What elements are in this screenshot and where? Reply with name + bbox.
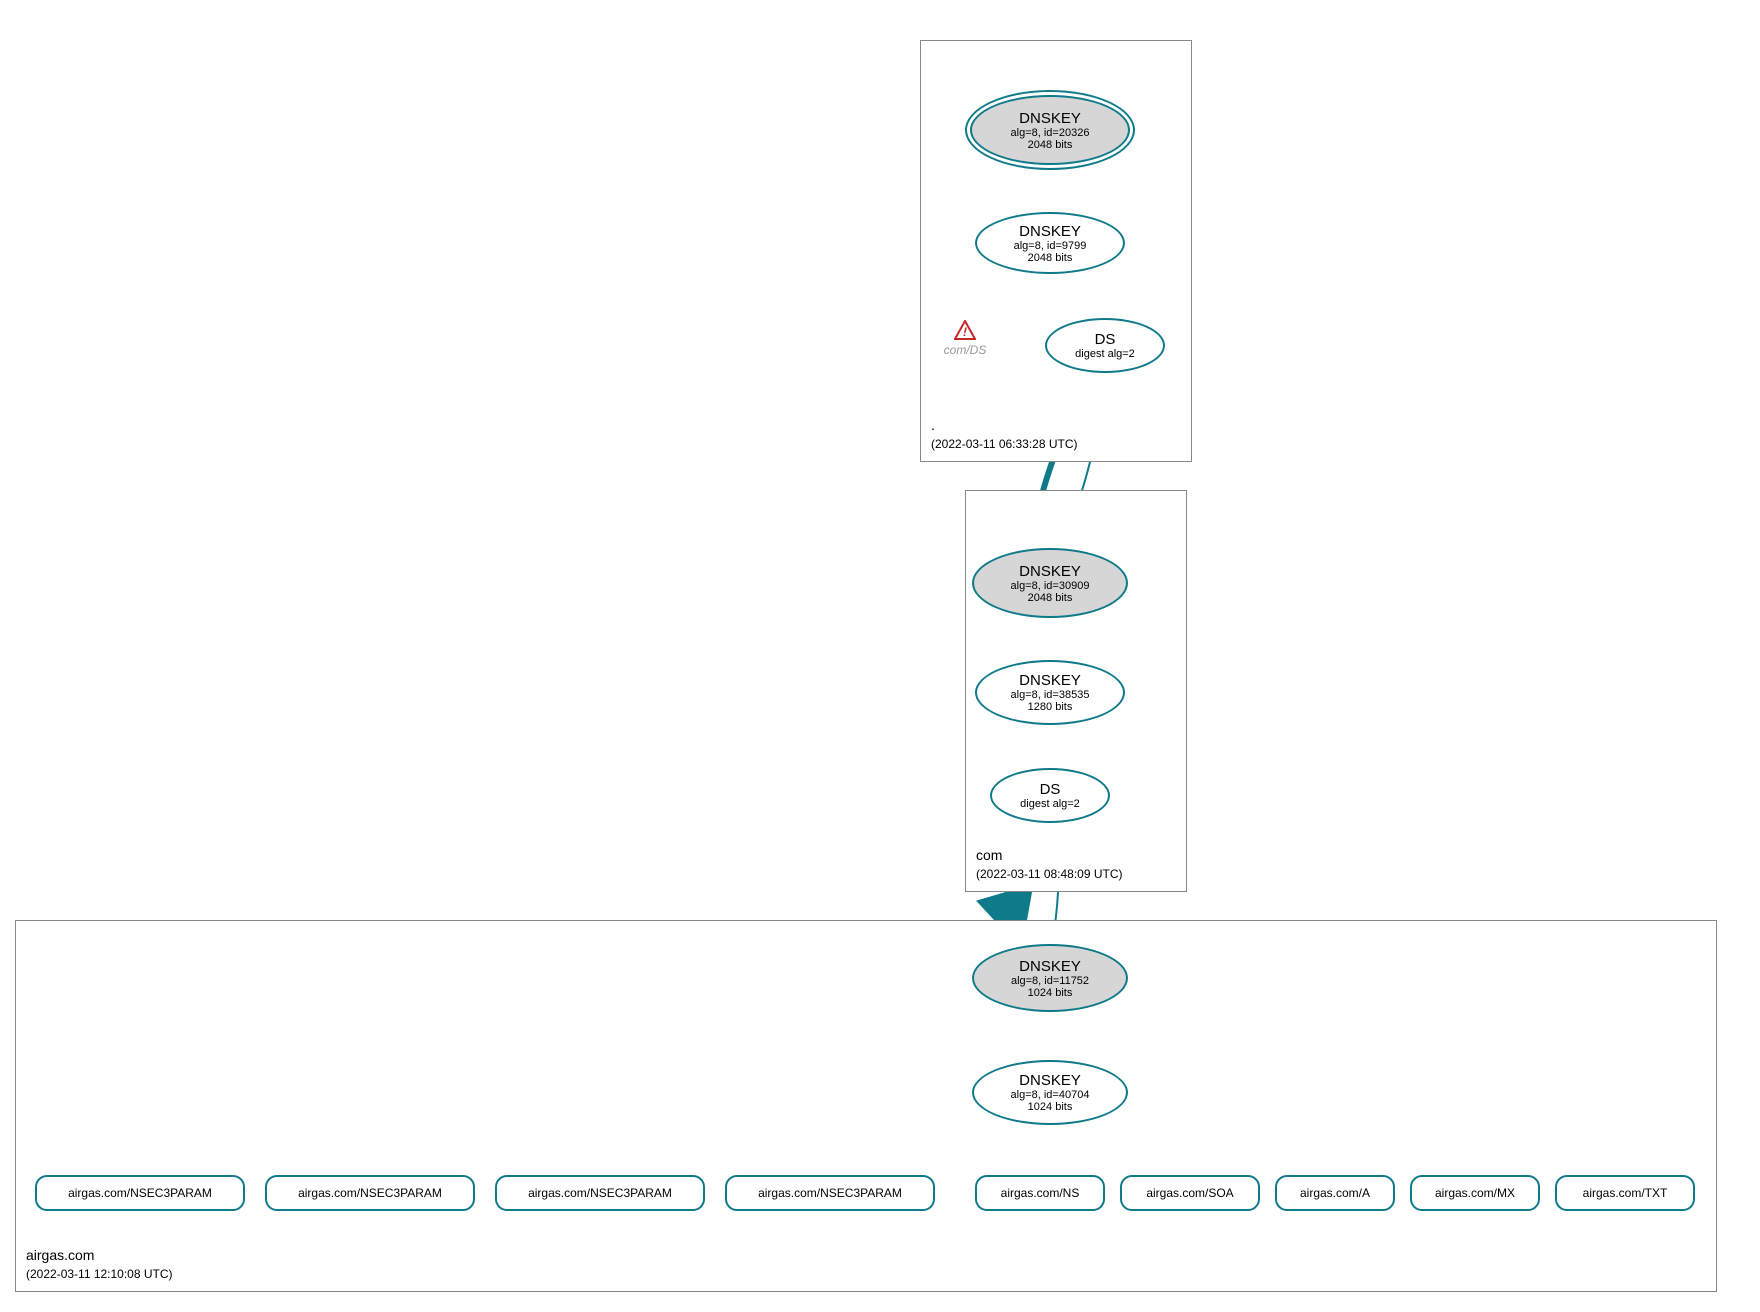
node-sub2: 1280 bits [1028, 701, 1073, 713]
node-title: DNSKEY [1019, 958, 1081, 975]
rr-mx[interactable]: airgas.com/MX [1410, 1175, 1540, 1211]
rr-ns[interactable]: airgas.com/NS [975, 1175, 1105, 1211]
node-sub1: alg=8, id=30909 [1011, 580, 1090, 592]
node-com-ds[interactable]: DS digest alg=2 [990, 768, 1110, 823]
zone-airgas: airgas.com (2022-03-11 12:10:08 UTC) [15, 920, 1717, 1292]
rr-nsec3param-3[interactable]: airgas.com/NSEC3PARAM [725, 1175, 935, 1211]
zone-com-label: com [976, 847, 1002, 863]
rr-soa[interactable]: airgas.com/SOA [1120, 1175, 1260, 1211]
node-sub1: alg=8, id=40704 [1011, 1089, 1090, 1101]
node-root-ds[interactable]: DS digest alg=2 [1045, 318, 1165, 373]
node-sub1: digest alg=2 [1075, 348, 1135, 360]
node-sub2: 2048 bits [1028, 592, 1073, 604]
node-sub1: alg=8, id=38535 [1011, 689, 1090, 701]
rr-label: airgas.com/NSEC3PARAM [68, 1186, 212, 1200]
node-sub1: digest alg=2 [1020, 798, 1080, 810]
zone-root-date: (2022-03-11 06:33:28 UTC) [931, 437, 1078, 451]
node-sub1: alg=8, id=20326 [1011, 127, 1090, 139]
svg-text:!: ! [963, 325, 967, 339]
rr-nsec3param-1[interactable]: airgas.com/NSEC3PARAM [265, 1175, 475, 1211]
node-sub2: 2048 bits [1028, 252, 1073, 264]
rr-label: airgas.com/MX [1435, 1186, 1515, 1200]
node-title: DS [1040, 781, 1061, 798]
node-com-zsk[interactable]: DNSKEY alg=8, id=38535 1280 bits [975, 660, 1125, 725]
node-sub2: 1024 bits [1028, 1101, 1073, 1113]
warning-label: com/DS [944, 343, 987, 357]
node-sub2: 2048 bits [1028, 139, 1073, 151]
rr-label: airgas.com/NSEC3PARAM [528, 1186, 672, 1200]
rr-label: airgas.com/TXT [1583, 1186, 1668, 1200]
rr-label: airgas.com/SOA [1146, 1186, 1233, 1200]
node-sub1: alg=8, id=11752 [1011, 975, 1089, 987]
zone-root-label: . [931, 417, 935, 433]
node-title: DNSKEY [1019, 223, 1081, 240]
warning-icon: ! [954, 320, 976, 340]
node-com-ksk[interactable]: DNSKEY alg=8, id=30909 2048 bits [972, 548, 1128, 618]
node-title: DNSKEY [1019, 563, 1081, 580]
rr-label: airgas.com/NSEC3PARAM [298, 1186, 442, 1200]
node-root-zsk[interactable]: DNSKEY alg=8, id=9799 2048 bits [975, 212, 1125, 274]
rr-txt[interactable]: airgas.com/TXT [1555, 1175, 1695, 1211]
rr-a[interactable]: airgas.com/A [1275, 1175, 1395, 1211]
zone-com-date: (2022-03-11 08:48:09 UTC) [976, 867, 1123, 881]
node-title: DNSKEY [1019, 672, 1081, 689]
node-sub2: 1024 bits [1028, 987, 1073, 999]
node-title: DNSKEY [1019, 110, 1081, 127]
rr-label: airgas.com/A [1300, 1186, 1370, 1200]
zone-airgas-date: (2022-03-11 12:10:08 UTC) [26, 1267, 173, 1281]
zone-airgas-label: airgas.com [26, 1247, 94, 1263]
node-title: DS [1095, 331, 1116, 348]
node-title: DNSKEY [1019, 1072, 1081, 1089]
rr-label: airgas.com/NSEC3PARAM [758, 1186, 902, 1200]
node-sub1: alg=8, id=9799 [1014, 240, 1087, 252]
rr-nsec3param-2[interactable]: airgas.com/NSEC3PARAM [495, 1175, 705, 1211]
node-airgas-zsk[interactable]: DNSKEY alg=8, id=40704 1024 bits [972, 1060, 1128, 1125]
node-root-ksk[interactable]: DNSKEY alg=8, id=20326 2048 bits [970, 95, 1130, 165]
rr-label: airgas.com/NS [1001, 1186, 1080, 1200]
warning-com-ds: ! com/DS [935, 320, 995, 357]
rr-nsec3param-0[interactable]: airgas.com/NSEC3PARAM [35, 1175, 245, 1211]
node-airgas-ksk[interactable]: DNSKEY alg=8, id=11752 1024 bits [972, 944, 1128, 1012]
